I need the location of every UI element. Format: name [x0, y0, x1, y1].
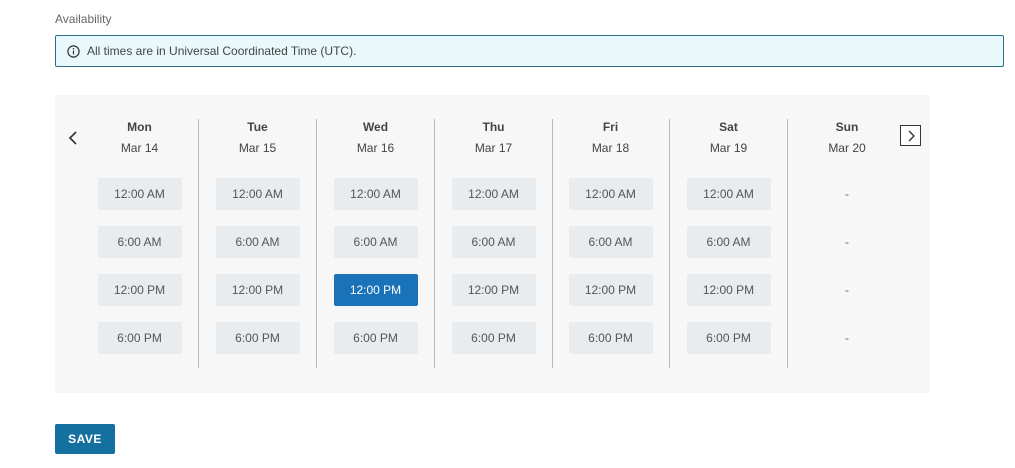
info-banner-text: All times are in Universal Coordinated T…: [87, 44, 357, 58]
time-slots: 12:00 AM 6:00 AM 12:00 PM 6:00 PM: [317, 178, 434, 354]
day-date: Mar 18: [591, 141, 630, 155]
time-slot[interactable]: 6:00 PM: [333, 322, 418, 354]
availability-page: Availability All times are in Universal …: [0, 0, 1015, 468]
time-slot[interactable]: 12:00 AM: [451, 178, 536, 210]
time-slot[interactable]: 12:00 PM: [686, 274, 771, 306]
week-calendar: Mon Mar 14 12:00 AM 6:00 AM 12:00 PM 6:00 PM T…: [55, 95, 930, 393]
unavailable-slot: -: [845, 331, 849, 345]
time-slot[interactable]: 12:00 AM: [333, 178, 418, 210]
time-slot[interactable]: 12:00 AM: [686, 178, 771, 210]
time-slots: 12:00 AM 6:00 AM 12:00 PM 6:00 PM: [670, 178, 787, 354]
day-name: Fri: [602, 120, 619, 134]
time-slot[interactable]: 12:00 PM: [215, 274, 300, 306]
time-slots: 12:00 AM 6:00 AM 12:00 PM 6:00 PM: [199, 178, 316, 354]
time-slot[interactable]: 12:00 PM: [97, 274, 182, 306]
info-banner: All times are in Universal Coordinated T…: [55, 35, 1004, 67]
time-slot[interactable]: 12:00 AM: [97, 178, 182, 210]
time-slots: 12:00 AM 6:00 AM 12:00 PM 6:00 PM: [435, 178, 552, 354]
time-slot-selected[interactable]: 12:00 PM: [333, 274, 418, 306]
time-slot[interactable]: 6:00 AM: [215, 226, 300, 258]
time-slots: - - - -: [788, 178, 906, 354]
time-slot[interactable]: 12:00 PM: [451, 274, 536, 306]
day-name: Wed: [362, 120, 389, 134]
time-slot[interactable]: 6:00 AM: [686, 226, 771, 258]
time-slot[interactable]: 6:00 PM: [215, 322, 300, 354]
time-slot[interactable]: 6:00 PM: [97, 322, 182, 354]
time-slot[interactable]: 12:00 PM: [568, 274, 653, 306]
time-slot[interactable]: 6:00 PM: [686, 322, 771, 354]
chevron-right-icon: [908, 130, 915, 141]
unavailable-slot: -: [845, 235, 849, 249]
day-date: Mar 20: [828, 141, 866, 155]
day-date: Mar 19: [709, 141, 748, 155]
day-column-mon: Mon Mar 14 12:00 AM 6:00 AM 12:00 PM 6:00 PM: [81, 119, 199, 368]
unavailable-slot: -: [845, 283, 849, 297]
day-name: Mon: [127, 120, 152, 134]
time-slot[interactable]: 12:00 AM: [215, 178, 300, 210]
day-date: Mar 16: [356, 141, 395, 155]
time-slots: 12:00 AM 6:00 AM 12:00 PM 6:00 PM: [552, 178, 669, 354]
day-column-thu: Thu Mar 17 12:00 AM 6:00 AM 12:00 PM 6:00 PM: [435, 119, 553, 368]
day-column-wed: Wed Mar 16 12:00 AM 6:00 AM 12:00 PM 6:00 PM: [317, 119, 435, 368]
time-slot[interactable]: 6:00 PM: [568, 322, 653, 354]
day-name: Sat: [719, 120, 738, 134]
day-name: Sun: [835, 120, 859, 134]
day-column-fri: Fri Mar 18 12:00 AM 6:00 AM 12:00 PM 6:00 PM: [552, 119, 670, 368]
time-slot[interactable]: 12:00 AM: [568, 178, 653, 210]
day-name: Thu: [482, 120, 505, 134]
save-button[interactable]: SAVE: [55, 424, 115, 454]
day-name: Tue: [247, 120, 268, 134]
day-column-sat: Sat Mar 19 12:00 AM 6:00 AM 12:00 PM 6:00 PM: [670, 119, 788, 368]
section-label: Availability: [55, 12, 112, 26]
day-date: Mar 15: [238, 141, 277, 155]
previous-week-button[interactable]: [65, 128, 81, 148]
day-date: Mar 17: [474, 141, 513, 155]
time-slot[interactable]: 6:00 PM: [451, 322, 536, 354]
chevron-left-icon: [68, 131, 77, 145]
info-icon: [67, 44, 80, 58]
day-column-sun: Sun Mar 20 - - - -: [788, 119, 906, 368]
next-week-button[interactable]: [900, 125, 921, 146]
time-slots: 12:00 AM 6:00 AM 12:00 PM 6:00 PM: [81, 178, 198, 354]
time-slot[interactable]: 6:00 AM: [333, 226, 418, 258]
time-slot[interactable]: 6:00 AM: [97, 226, 182, 258]
day-column-tue: Tue Mar 15 12:00 AM 6:00 AM 12:00 PM 6:00 PM: [199, 119, 317, 368]
unavailable-slot: -: [845, 187, 849, 201]
time-slot[interactable]: 6:00 AM: [451, 226, 536, 258]
day-date: Mar 14: [120, 141, 159, 155]
time-slot[interactable]: 6:00 AM: [568, 226, 653, 258]
